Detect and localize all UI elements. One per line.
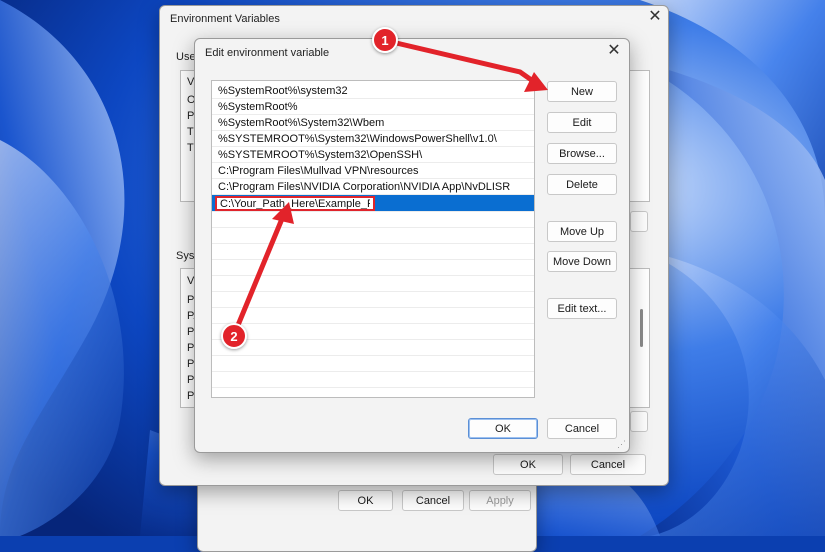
path-text: %SystemRoot%\System32\Wbem (218, 117, 385, 129)
move-up-button[interactable]: Move Up (547, 221, 617, 242)
scrollbar-thumb[interactable] (640, 309, 643, 347)
environment-cancel-button[interactable]: Cancel (570, 454, 646, 475)
edit-button[interactable]: Edit (547, 112, 617, 133)
empty-row (212, 356, 534, 372)
path-list[interactable]: %SystemRoot%\system32 %SystemRoot% %Syst… (211, 80, 535, 398)
resize-grip-icon[interactable]: ⋰ (617, 439, 626, 450)
empty-row (212, 228, 534, 244)
move-down-button[interactable]: Move Down (547, 251, 617, 272)
empty-row (212, 260, 534, 276)
system-hidden-button[interactable] (630, 411, 648, 432)
path-edit-input[interactable] (215, 196, 375, 211)
path-text: %SYSTEMROOT%\System32\WindowsPowerShell\… (218, 133, 497, 145)
environment-ok-button[interactable]: OK (493, 454, 563, 475)
path-row[interactable]: %SYSTEMROOT%\System32\OpenSSH\ (212, 147, 534, 163)
path-row[interactable]: %SystemRoot%\System32\Wbem (212, 115, 534, 131)
delete-button[interactable]: Delete (547, 174, 617, 195)
annotation-badge-2: 2 (221, 323, 247, 349)
edit-dialog-ok-button[interactable]: OK (468, 418, 538, 439)
path-text: %SystemRoot%\system32 (218, 85, 348, 97)
path-row[interactable]: C:\Program Files\Mullvad VPN\resources (212, 163, 534, 179)
annotation-badge-1: 1 (372, 27, 398, 53)
empty-row (212, 212, 534, 228)
empty-row (212, 244, 534, 260)
path-text: C:\Program Files\Mullvad VPN\resources (218, 165, 419, 177)
path-text: C:\Program Files\NVIDIA Corporation\NVID… (218, 181, 511, 193)
empty-row (212, 372, 534, 388)
empty-row (212, 340, 534, 356)
empty-row (212, 308, 534, 324)
empty-row (212, 276, 534, 292)
new-button[interactable]: New (547, 81, 617, 102)
path-row[interactable]: C:\Program Files\NVIDIA Corporation\NVID… (212, 179, 534, 195)
user-hidden-button[interactable] (630, 211, 648, 232)
path-row[interactable]: %SystemRoot%\system32 (212, 83, 534, 99)
edit-environment-variable-dialog: Edit environment variable ✕ %SystemRoot%… (194, 38, 630, 453)
close-icon[interactable]: ✕ (603, 41, 625, 63)
path-text: %SystemRoot% (218, 101, 298, 113)
system-properties-cancel-button[interactable]: Cancel (402, 490, 464, 511)
edit-text-button[interactable]: Edit text... (547, 298, 617, 319)
path-row[interactable]: %SystemRoot% (212, 99, 534, 115)
empty-row (212, 292, 534, 308)
path-text: %SYSTEMROOT%\System32\OpenSSH\ (218, 149, 423, 161)
system-properties-apply-button[interactable]: Apply (469, 490, 531, 511)
empty-row (212, 324, 534, 340)
edit-dialog-cancel-button[interactable]: Cancel (547, 418, 617, 439)
close-icon[interactable]: ✕ (644, 7, 666, 29)
environment-variables-title: Environment Variables (170, 13, 280, 25)
browse-button[interactable]: Browse... (547, 143, 617, 164)
path-row[interactable]: %SYSTEMROOT%\System32\WindowsPowerShell\… (212, 131, 534, 147)
edit-dialog-title: Edit environment variable (205, 47, 330, 59)
system-properties-ok-button[interactable]: OK (338, 490, 393, 511)
path-row-selected[interactable] (212, 195, 534, 212)
